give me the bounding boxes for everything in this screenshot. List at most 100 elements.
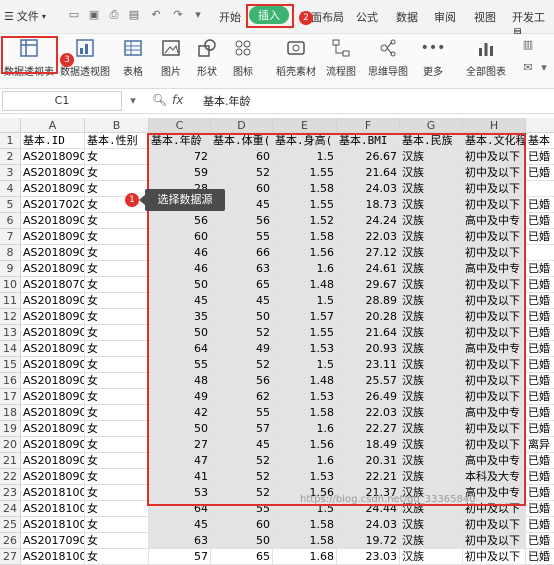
table-cell[interactable]: 1.58: [273, 517, 337, 533]
table-cell[interactable]: AS2018100: [21, 549, 85, 565]
row-header[interactable]: 25: [0, 517, 21, 533]
table-cell[interactable]: 已婚: [526, 229, 554, 245]
table-cell[interactable]: [526, 245, 554, 261]
table-cell[interactable]: 汉族: [400, 517, 463, 533]
row-header[interactable]: 11: [0, 293, 21, 309]
table-cell[interactable]: 女: [85, 149, 149, 165]
table-cell[interactable]: 已婚: [526, 533, 554, 549]
row-header[interactable]: 15: [0, 357, 21, 373]
table-cell[interactable]: AS2017090: [21, 533, 85, 549]
table-cell[interactable]: 汉族: [400, 533, 463, 549]
table-cell[interactable]: 已婚: [526, 485, 554, 501]
table-cell[interactable]: 65: [211, 549, 273, 565]
table-cell[interactable]: AS2018090: [21, 293, 85, 309]
table-cell[interactable]: 24.03: [337, 517, 400, 533]
header-cell[interactable]: 基本: [526, 133, 554, 149]
tab-home[interactable]: 开始: [219, 9, 241, 25]
table-cell[interactable]: AS2018090: [21, 357, 85, 373]
table-cell[interactable]: 女: [85, 261, 149, 277]
table-cell[interactable]: 离异: [526, 437, 554, 453]
column-header[interactable]: C: [149, 118, 211, 133]
table-cell[interactable]: AS2018090: [21, 325, 85, 341]
table-cell[interactable]: 女: [85, 341, 149, 357]
table-cell[interactable]: AS2018090: [21, 437, 85, 453]
table-cell[interactable]: 已婚: [526, 421, 554, 437]
row-header[interactable]: 1: [0, 133, 21, 149]
table-cell[interactable]: AS2018100: [21, 517, 85, 533]
table-cell[interactable]: [526, 181, 554, 197]
row-header[interactable]: 17: [0, 389, 21, 405]
row-header[interactable]: 19: [0, 421, 21, 437]
table-cell[interactable]: 女: [85, 357, 149, 373]
row-header[interactable]: 22: [0, 469, 21, 485]
header-cell[interactable]: 基本.性别: [85, 133, 149, 149]
name-box[interactable]: C1: [2, 91, 122, 111]
table-cell[interactable]: AS2018090: [21, 469, 85, 485]
table-cell[interactable]: 女: [85, 533, 149, 549]
save-icon[interactable]: ▣: [88, 9, 100, 21]
print-icon[interactable]: ⎙: [108, 9, 120, 21]
table-cell[interactable]: 已婚: [526, 517, 554, 533]
table-cell[interactable]: AS2018070: [21, 277, 85, 293]
tab-review[interactable]: 审阅: [434, 9, 456, 25]
table-cell[interactable]: 19.72: [337, 533, 400, 549]
table-cell[interactable]: 女: [85, 421, 149, 437]
mail-icon[interactable]: ✉: [522, 62, 534, 74]
table-cell[interactable]: AS2018090: [21, 229, 85, 245]
table-cell[interactable]: AS2018100: [21, 501, 85, 517]
table-cell[interactable]: 已婚: [526, 469, 554, 485]
column-header[interactable]: B: [85, 118, 149, 133]
row-header[interactable]: 7: [0, 229, 21, 245]
mindmap-button[interactable]: 思维导图: [368, 37, 408, 78]
table-cell[interactable]: 女: [85, 501, 149, 517]
table-cell[interactable]: 已婚: [526, 453, 554, 469]
table-cell[interactable]: 已婚: [526, 501, 554, 517]
table-cell[interactable]: AS2018090: [21, 181, 85, 197]
table-cell[interactable]: AS2018090: [21, 245, 85, 261]
row-header[interactable]: 20: [0, 437, 21, 453]
select-all-corner[interactable]: [0, 118, 21, 133]
all-charts-button[interactable]: 全部图表: [466, 37, 506, 78]
table-cell[interactable]: AS2018100: [21, 485, 85, 501]
table-cell[interactable]: 60: [211, 517, 273, 533]
table-cell[interactable]: AS2018090: [21, 341, 85, 357]
table-cell[interactable]: 女: [85, 437, 149, 453]
table-cell[interactable]: 初中及以下: [463, 517, 526, 533]
table-cell[interactable]: 女: [85, 213, 149, 229]
table-cell[interactable]: 已婚: [526, 197, 554, 213]
table-cell[interactable]: 23.03: [337, 549, 400, 565]
table-cell[interactable]: AS2018090: [21, 309, 85, 325]
chevron-down-icon[interactable]: ▾: [538, 62, 550, 74]
row-header[interactable]: 12: [0, 309, 21, 325]
table-cell[interactable]: 女: [85, 549, 149, 565]
table-cell[interactable]: 已婚: [526, 309, 554, 325]
table-cell[interactable]: 50: [211, 533, 273, 549]
header-cell[interactable]: 基本.ID: [21, 133, 85, 149]
table-cell[interactable]: AS2018090: [21, 405, 85, 421]
table-cell[interactable]: 已婚: [526, 293, 554, 309]
row-header[interactable]: 18: [0, 405, 21, 421]
row-header[interactable]: 26: [0, 533, 21, 549]
table-cell[interactable]: 已婚: [526, 213, 554, 229]
row-header[interactable]: 24: [0, 501, 21, 517]
chart-type-icon[interactable]: ▥: [522, 39, 534, 51]
row-header[interactable]: 13: [0, 325, 21, 341]
table-cell[interactable]: 女: [85, 517, 149, 533]
open-folder-icon[interactable]: ▭: [68, 9, 80, 21]
table-cell[interactable]: AS2018090: [21, 213, 85, 229]
table-cell[interactable]: AS2018090: [21, 149, 85, 165]
fx-icon[interactable]: fx: [172, 93, 183, 107]
row-header[interactable]: 5: [0, 197, 21, 213]
table-cell[interactable]: AS2018090: [21, 421, 85, 437]
table-cell[interactable]: 63: [149, 533, 211, 549]
row-header[interactable]: 2: [0, 149, 21, 165]
table-cell[interactable]: 女: [85, 325, 149, 341]
table-button[interactable]: 表格: [122, 37, 144, 78]
table-cell[interactable]: 初中及以下: [463, 533, 526, 549]
table-cell[interactable]: 45: [149, 517, 211, 533]
icons-button[interactable]: 图标: [232, 37, 254, 78]
row-header[interactable]: 27: [0, 549, 21, 565]
table-cell[interactable]: 已婚: [526, 149, 554, 165]
table-cell[interactable]: AS2018090: [21, 373, 85, 389]
shapes-button[interactable]: 形状: [196, 37, 218, 78]
